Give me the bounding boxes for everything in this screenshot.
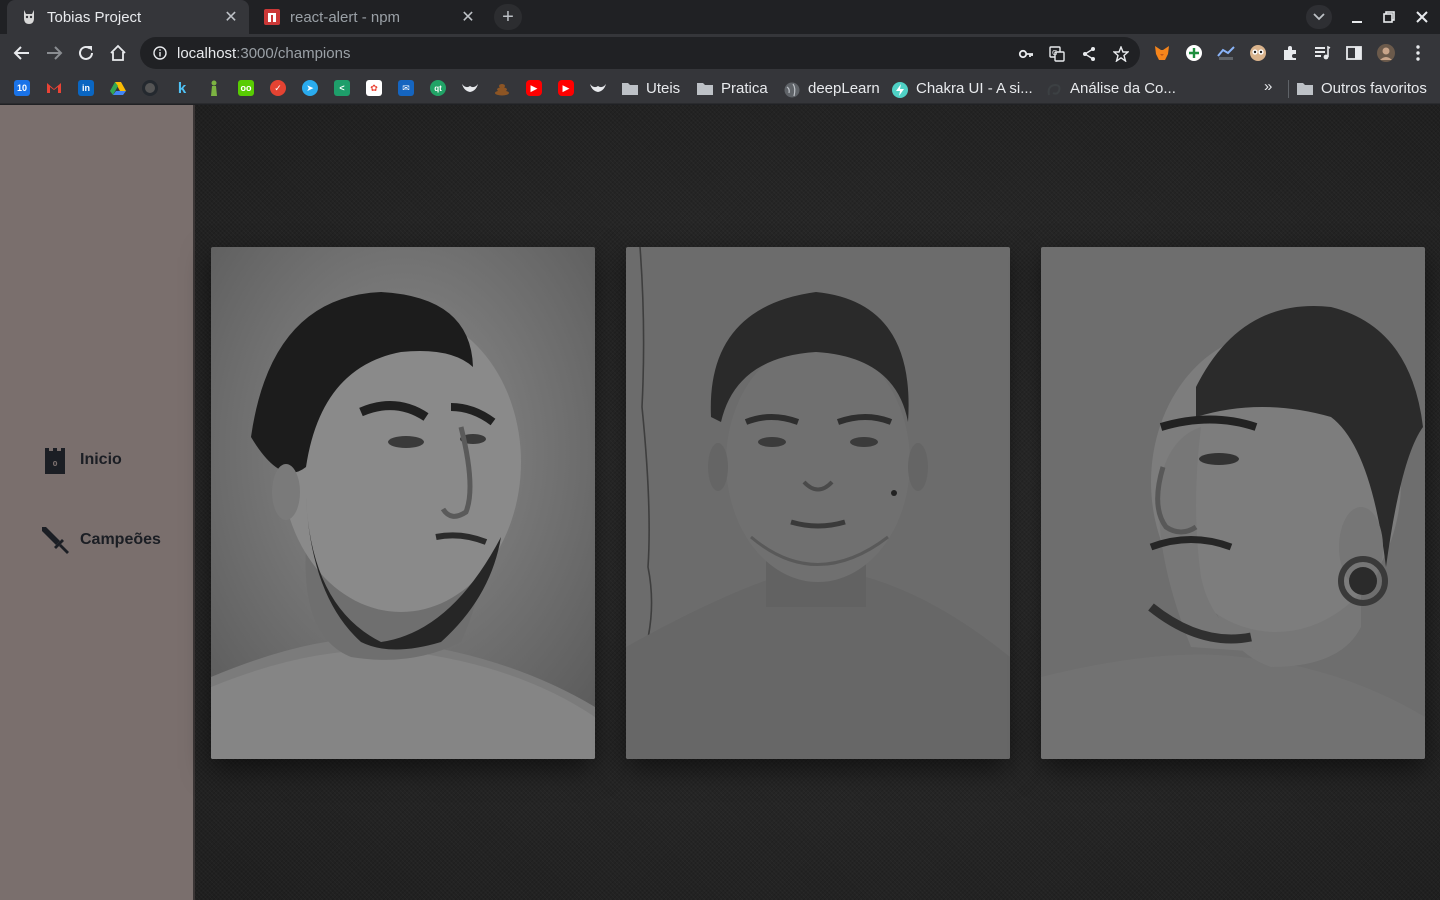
sidebar-item-inicio[interactable]: 0 Inicio bbox=[40, 445, 122, 475]
home-icon bbox=[110, 44, 126, 61]
champion-photo-2 bbox=[626, 247, 1010, 759]
kebab-menu-icon[interactable] bbox=[1409, 44, 1427, 62]
sword-icon bbox=[40, 525, 70, 555]
calendar-icon[interactable]: 10 bbox=[14, 80, 30, 96]
minimize-button[interactable] bbox=[1341, 0, 1373, 34]
extensions-puzzle-icon[interactable] bbox=[1281, 44, 1299, 62]
svg-text:G: G bbox=[1052, 49, 1057, 57]
duolingo-icon[interactable]: oo bbox=[238, 80, 254, 96]
youtube-icon[interactable]: ▶ bbox=[526, 80, 542, 96]
tab-title: Tobias Project bbox=[47, 8, 142, 26]
tab-strip: Tobias Project ✕ react-alert - npm ✕ + bbox=[0, 0, 1440, 34]
telegram-icon[interactable]: ➤ bbox=[302, 80, 318, 96]
tower-icon: 0 bbox=[40, 445, 70, 475]
key-icon[interactable] bbox=[1017, 45, 1035, 63]
bookmarks-overflow-button[interactable]: » bbox=[1264, 78, 1272, 95]
champion-card[interactable] bbox=[211, 247, 595, 759]
tab-search-button[interactable] bbox=[1306, 5, 1332, 29]
batman-icon[interactable] bbox=[462, 80, 478, 96]
side-panel-icon[interactable] bbox=[1345, 44, 1363, 62]
new-tab-button[interactable]: + bbox=[494, 4, 522, 30]
mail-icon[interactable]: ✉ bbox=[398, 80, 414, 96]
gmail-icon[interactable] bbox=[46, 80, 62, 96]
bookmarks-divider bbox=[1288, 80, 1289, 98]
champion-card[interactable] bbox=[1041, 247, 1425, 759]
restore-button[interactable] bbox=[1373, 0, 1405, 34]
share-icon[interactable] bbox=[1080, 45, 1098, 63]
drive-icon[interactable] bbox=[110, 80, 126, 96]
folder-icon bbox=[697, 82, 713, 95]
arrow-right-icon bbox=[47, 46, 63, 60]
svg-text:0: 0 bbox=[53, 460, 58, 468]
sidebar-item-label: Campeões bbox=[80, 531, 161, 548]
browser-toolbar: localhost:3000/champions G bbox=[0, 34, 1440, 72]
folder-icon bbox=[1297, 82, 1313, 95]
arrow-left-icon bbox=[13, 46, 29, 60]
champion-photo-3 bbox=[1041, 247, 1425, 759]
folder-icon bbox=[622, 82, 638, 95]
champion-photo-1 bbox=[211, 247, 595, 759]
sidebar-item-label: Inicio bbox=[80, 451, 122, 468]
media-control-icon[interactable] bbox=[1313, 44, 1331, 62]
tab-tobias-project[interactable]: Tobias Project ✕ bbox=[7, 0, 249, 34]
chevron-down-icon bbox=[1313, 13, 1325, 21]
home-button[interactable] bbox=[104, 39, 132, 67]
todoist-icon[interactable]: ✓ bbox=[270, 80, 286, 96]
tab-title: react-alert - npm bbox=[290, 8, 401, 26]
bookmark-chakra-ui[interactable]: Chakra UI - A si... bbox=[892, 76, 1033, 100]
klickpages-icon[interactable]: k bbox=[174, 80, 190, 97]
site-info-icon[interactable] bbox=[152, 45, 168, 61]
reload-button[interactable] bbox=[72, 39, 100, 67]
app-page: 0 Inicio Campeões bbox=[0, 105, 1440, 900]
bookmarks-bar: 10 in k oo ✓ ➤ < ✿ ✉ qt ▶ ▶ Uteis Pratic… bbox=[0, 72, 1440, 104]
chakra-icon bbox=[892, 81, 908, 98]
back-button[interactable] bbox=[8, 39, 36, 67]
bookmark-folder-pratica[interactable]: Pratica bbox=[697, 76, 768, 100]
restore-icon bbox=[1383, 11, 1395, 23]
sidebar: 0 Inicio Campeões bbox=[0, 105, 195, 900]
tab-react-alert[interactable]: react-alert - npm ✕ bbox=[250, 0, 486, 34]
reload-icon bbox=[79, 45, 93, 60]
qt-icon[interactable]: qt bbox=[430, 80, 446, 96]
sidebar-item-campeoes[interactable]: Campeões bbox=[40, 525, 161, 555]
swirl-icon bbox=[1046, 82, 1062, 95]
owl-extension-icon[interactable] bbox=[1249, 44, 1267, 62]
forward-button[interactable] bbox=[40, 39, 68, 67]
tracker-extension-icon[interactable] bbox=[1217, 44, 1235, 62]
translate-icon[interactable]: G bbox=[1048, 45, 1066, 63]
url-text: localhost:3000/champions bbox=[177, 44, 351, 62]
close-tab-icon[interactable]: ✕ bbox=[221, 7, 241, 27]
champion-card[interactable] bbox=[626, 247, 1010, 759]
poop-icon[interactable] bbox=[494, 80, 510, 96]
batman-mask-icon bbox=[21, 9, 37, 25]
close-window-button[interactable] bbox=[1406, 0, 1438, 34]
profile-avatar[interactable] bbox=[1377, 44, 1395, 62]
batman-icon[interactable] bbox=[590, 80, 606, 96]
bookmark-folder-uteis[interactable]: Uteis bbox=[622, 76, 680, 100]
linkedin-icon[interactable]: in bbox=[78, 80, 94, 96]
github-icon[interactable] bbox=[142, 80, 158, 96]
figure-icon[interactable] bbox=[206, 80, 222, 96]
dictionary-icon[interactable]: < bbox=[334, 80, 350, 96]
bookmark-deeplearn[interactable]: deepLearn bbox=[784, 76, 880, 100]
bookmark-star-icon[interactable] bbox=[1112, 45, 1130, 63]
npm-icon bbox=[264, 9, 280, 25]
photos-icon[interactable]: ✿ bbox=[366, 80, 382, 96]
bookmark-folder-outros-favoritos[interactable]: Outros favoritos bbox=[1297, 76, 1427, 100]
close-icon bbox=[1416, 11, 1428, 23]
globe-icon bbox=[784, 82, 800, 97]
youtube-icon[interactable]: ▶ bbox=[558, 80, 574, 96]
address-bar[interactable]: localhost:3000/champions G bbox=[140, 37, 1140, 69]
minimize-icon bbox=[1352, 21, 1362, 23]
plus-circle-icon[interactable] bbox=[1185, 44, 1203, 62]
close-tab-icon[interactable]: ✕ bbox=[458, 7, 478, 27]
bookmark-analise[interactable]: Análise da Co... bbox=[1046, 76, 1176, 100]
metamask-icon[interactable] bbox=[1153, 44, 1171, 62]
